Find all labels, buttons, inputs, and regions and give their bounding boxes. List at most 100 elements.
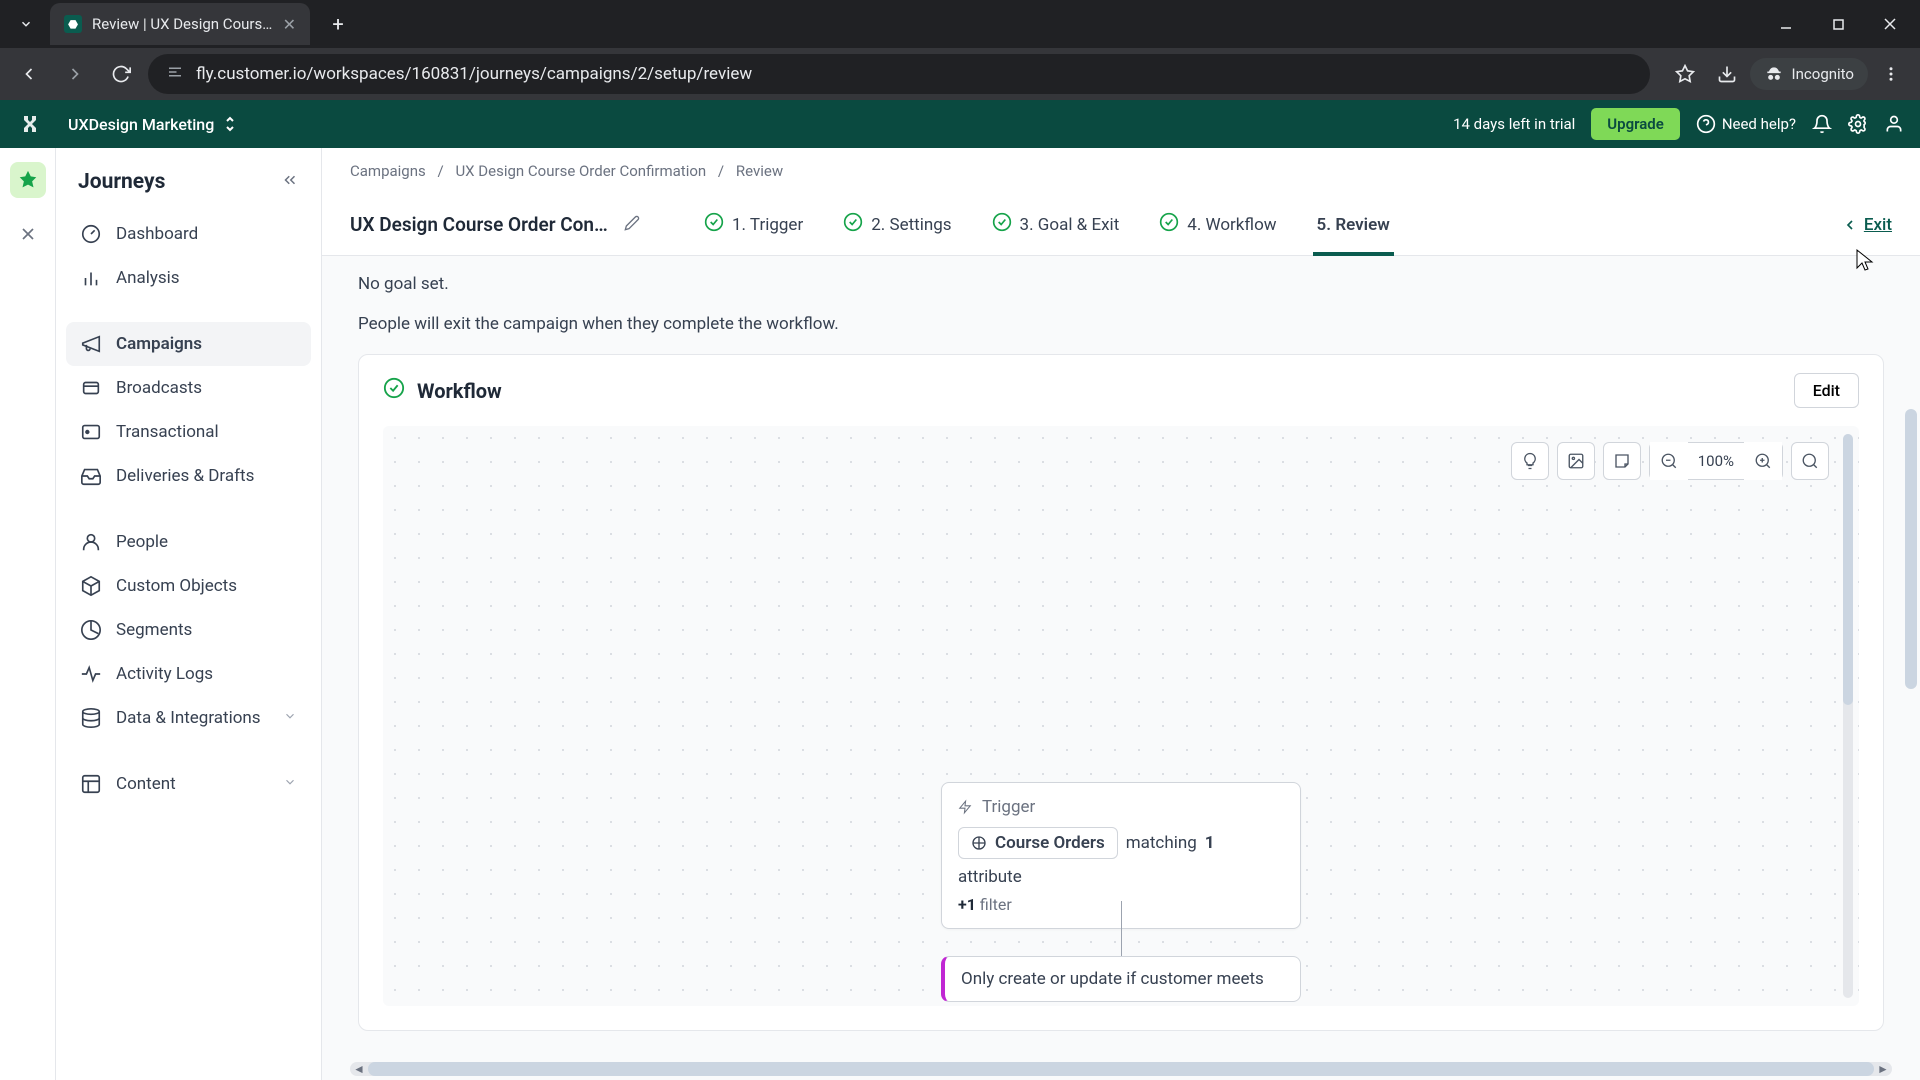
step-label: 2. Settings	[871, 215, 951, 235]
edit-title-button[interactable]	[624, 215, 640, 235]
new-tab-button[interactable]: +	[322, 8, 354, 40]
sidebar-item-label: Broadcasts	[116, 378, 202, 398]
account-button[interactable]	[1884, 114, 1904, 134]
layout-icon	[80, 773, 102, 795]
attribute-text: attribute	[958, 867, 1022, 887]
back-button[interactable]	[10, 55, 48, 93]
reload-button[interactable]	[102, 55, 140, 93]
scrollbar-thumb[interactable]	[1905, 409, 1917, 689]
rail-secondary[interactable]	[10, 216, 46, 252]
forward-button[interactable]	[56, 55, 94, 93]
check-circle-icon	[704, 212, 724, 237]
scrollbar-thumb[interactable]	[1843, 434, 1853, 705]
transactional-icon	[80, 421, 102, 443]
content-hscrollbar[interactable]: ◄ ►	[350, 1062, 1892, 1076]
step-label: 5. Review	[1317, 215, 1390, 235]
upgrade-button[interactable]: Upgrade	[1591, 108, 1680, 140]
sidebar-item-custom-objects[interactable]: Custom Objects	[66, 564, 311, 608]
tab-search-dropdown[interactable]	[8, 6, 44, 42]
rail-journeys[interactable]	[10, 162, 46, 198]
sticky-note-icon	[1613, 452, 1631, 470]
sidebar-item-broadcasts[interactable]: Broadcasts	[66, 366, 311, 410]
scrollbar-thumb[interactable]	[368, 1062, 1874, 1076]
workflow-canvas[interactable]: 100% Trigger	[383, 426, 1859, 1006]
content-vscrollbar[interactable]	[1905, 148, 1917, 1080]
step-workflow[interactable]: 4. Workflow	[1155, 194, 1280, 255]
canvas-lightbulb-button[interactable]	[1511, 442, 1549, 480]
matching-text: matching	[1126, 833, 1197, 853]
browser-tab[interactable]: ⬣ Review | UX Design Course Ord ✕	[50, 3, 310, 45]
zoom-out-button[interactable]	[1650, 442, 1688, 480]
pulse-icon	[80, 663, 102, 685]
sidebar-item-label: Segments	[116, 620, 192, 640]
canvas-search-button[interactable]	[1791, 442, 1829, 480]
campaign-title: UX Design Course Order Confi...	[350, 213, 610, 236]
journeys-icon	[17, 169, 39, 191]
address-bar: fly.customer.io/workspaces/160831/journe…	[0, 48, 1920, 100]
main-content: Campaigns / UX Design Course Order Confi…	[322, 148, 1920, 1080]
no-goal-text: No goal set.	[358, 274, 1884, 294]
sidebar-item-people[interactable]: People	[66, 520, 311, 564]
close-tab-icon[interactable]: ✕	[283, 15, 296, 34]
exit-rule-text: People will exit the campaign when they …	[358, 314, 1884, 334]
collapse-sidebar-button[interactable]	[281, 171, 299, 193]
sidebar-item-deliveries[interactable]: Deliveries & Drafts	[66, 454, 311, 498]
sidebar-item-analysis[interactable]: Analysis	[66, 256, 311, 300]
workflow-title: Workflow	[417, 379, 502, 403]
sidebar-item-content[interactable]: Content	[66, 762, 311, 806]
object-icon	[971, 835, 987, 851]
step-trigger[interactable]: 1. Trigger	[700, 194, 807, 255]
downloads-button[interactable]	[1708, 55, 1746, 93]
sidebar-item-label: Analysis	[116, 268, 180, 288]
sidebar-item-campaigns[interactable]: Campaigns	[66, 322, 311, 366]
settings-button[interactable]	[1848, 114, 1868, 134]
maximize-button[interactable]	[1816, 6, 1860, 42]
chevron-down-icon	[283, 708, 297, 728]
minimize-button[interactable]	[1764, 6, 1808, 42]
scroll-left-arrow[interactable]: ◄	[350, 1062, 368, 1076]
sidebar-item-data-integrations[interactable]: Data & Integrations	[66, 696, 311, 740]
canvas-image-button[interactable]	[1557, 442, 1595, 480]
workspace-switcher[interactable]: UXDesign Marketing	[68, 115, 236, 134]
bell-icon	[1812, 114, 1832, 134]
filter-node[interactable]: Only create or update if customer meets	[941, 956, 1301, 1002]
site-info-icon[interactable]	[166, 63, 184, 85]
help-button[interactable]: Need help?	[1696, 114, 1796, 134]
edit-workflow-button[interactable]: Edit	[1794, 373, 1859, 408]
sidebar-item-segments[interactable]: Segments	[66, 608, 311, 652]
sidebar-item-transactional[interactable]: Transactional	[66, 410, 311, 454]
sidebar-item-dashboard[interactable]: Dashboard	[66, 212, 311, 256]
step-goal-exit[interactable]: 3. Goal & Exit	[988, 194, 1124, 255]
breadcrumb-campaigns[interactable]: Campaigns	[350, 162, 426, 180]
step-bar: UX Design Course Order Confi... 1. Trigg…	[322, 194, 1920, 256]
exit-link[interactable]: Exit	[1842, 215, 1892, 235]
sidebar-item-label: Data & Integrations	[116, 708, 261, 728]
product-rail	[0, 148, 56, 1080]
step-review[interactable]: 5. Review	[1313, 194, 1394, 255]
breadcrumb-current: Review	[736, 162, 783, 180]
broadcast-icon	[80, 377, 102, 399]
chevron-updown-icon	[224, 116, 236, 132]
zoom-in-button[interactable]	[1744, 442, 1782, 480]
canvas-vscrollbar[interactable]	[1843, 434, 1853, 998]
chevron-down-icon	[19, 17, 33, 31]
sidebar-item-activity-logs[interactable]: Activity Logs	[66, 652, 311, 696]
sidebar-item-label: Content	[116, 774, 176, 794]
close-window-button[interactable]	[1868, 6, 1912, 42]
help-icon	[1696, 114, 1716, 134]
canvas-note-button[interactable]	[1603, 442, 1641, 480]
sidebar-item-label: Campaigns	[116, 334, 202, 354]
chart-icon	[80, 267, 102, 289]
scroll-right-arrow[interactable]: ►	[1874, 1062, 1892, 1076]
inbox-icon	[80, 465, 102, 487]
bookmark-button[interactable]	[1666, 55, 1704, 93]
browser-menu-button[interactable]	[1872, 55, 1910, 93]
app-logo-icon[interactable]	[16, 110, 44, 138]
url-bar[interactable]: fly.customer.io/workspaces/160831/journe…	[148, 54, 1650, 94]
step-settings[interactable]: 2. Settings	[839, 194, 955, 255]
breadcrumb-campaign-name[interactable]: UX Design Course Order Confirmation	[455, 162, 706, 180]
app-top-bar: UXDesign Marketing 14 days left in trial…	[0, 100, 1920, 148]
node-connector	[1121, 901, 1122, 957]
notifications-button[interactable]	[1812, 114, 1832, 134]
incognito-badge[interactable]: Incognito	[1750, 58, 1868, 90]
